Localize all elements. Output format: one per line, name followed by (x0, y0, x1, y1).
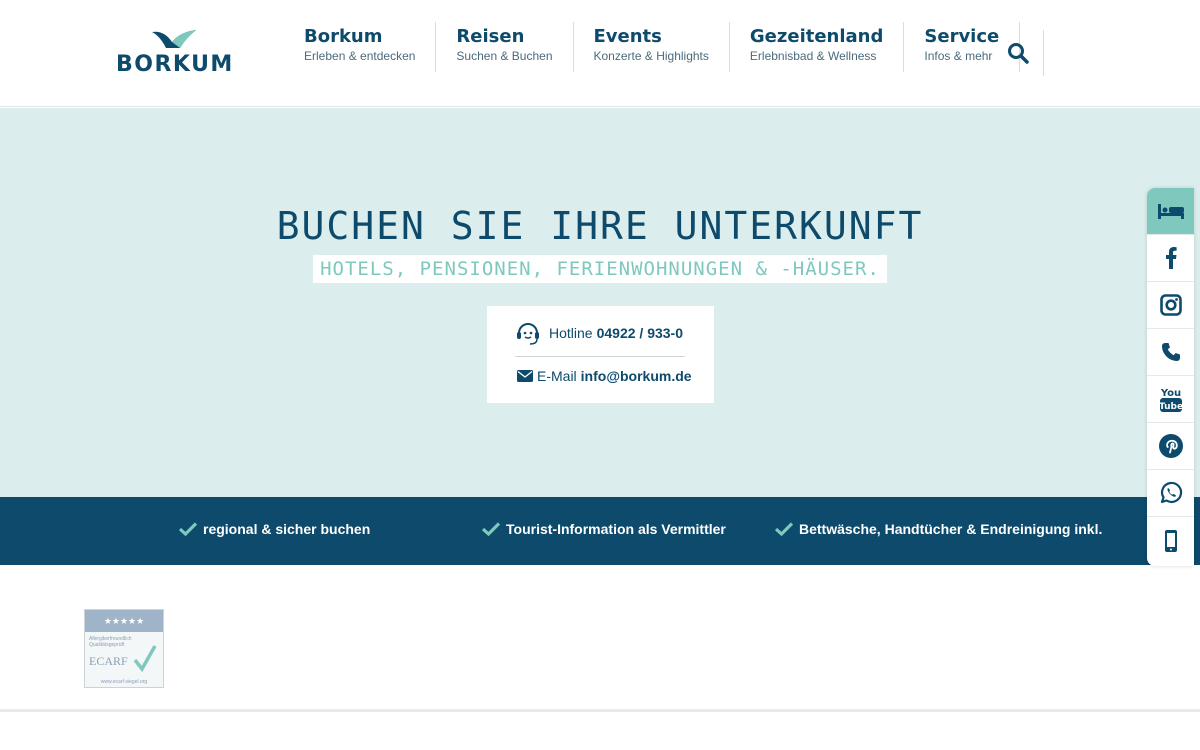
pinterest-icon (1158, 434, 1183, 458)
logo-text: BORKUM (116, 52, 234, 77)
svg-text:You: You (1159, 388, 1180, 399)
nav-item-events[interactable]: Events Konzerte & Highlights (574, 22, 730, 72)
site-header: BORKUM Borkum Erleben & entdecken Reisen… (0, 0, 1200, 107)
hotline-link[interactable]: Hotline 04922 / 933-0 (515, 318, 683, 348)
footer-divider (0, 709, 1200, 712)
hero-subtitle-wrap: HOTELS, PENSIONEN, FERIENWOHNUNGEN & -HÄ… (0, 255, 1200, 283)
contact-box: Hotline 04922 / 933-0 E-Mail info@borkum… (487, 306, 714, 403)
nav-subtitle: Konzerte & Highlights (593, 49, 709, 63)
nav-subtitle: Erleben & entdecken (304, 49, 416, 63)
hero-section: BUCHEN SIE IHRE UNTERKUNFT HOTELS, PENSI… (0, 108, 1200, 497)
check-icon (482, 522, 500, 536)
email-address: info@borkum.de (580, 368, 692, 384)
check-icon (133, 645, 157, 672)
nav-title: Borkum (304, 26, 383, 47)
instagram-icon (1159, 294, 1182, 316)
whatsapp-icon (1160, 481, 1182, 504)
seal-stars: ★★★★★ (85, 610, 163, 632)
nav-title: Service (924, 26, 1000, 47)
sidebar-item-accommodation[interactable] (1147, 188, 1194, 235)
feature-item: Bettwäsche, Handtücher & Endreinigung in… (775, 521, 1102, 537)
search-icon (1007, 43, 1029, 64)
seal-url: www.ecarf-siegel.org (100, 679, 148, 685)
ecarf-seal[interactable]: ★★★★★ Allergikerfreundlich Qualitätsgepr… (84, 609, 164, 688)
email-label: E-Mail (537, 368, 577, 384)
phone-icon (1161, 343, 1180, 361)
nav-item-borkum[interactable]: Borkum Erleben & entdecken (284, 22, 437, 72)
sidebar-item-instagram[interactable] (1147, 282, 1194, 329)
check-icon (179, 522, 197, 536)
borkum-logo[interactable]: BORKUM (116, 28, 232, 78)
nav-subtitle: Suchen & Buchen (456, 49, 553, 63)
hotline-label: Hotline (549, 325, 593, 341)
email-link[interactable]: E-Mail info@borkum.de (517, 368, 692, 384)
contact-divider (515, 356, 685, 357)
features-band: regional & sicher buchen Tourist-Informa… (0, 497, 1200, 565)
hero-subtitle: HOTELS, PENSIONEN, FERIENWOHNUNGEN & -HÄ… (313, 255, 887, 283)
social-sidebar: You Tube (1147, 188, 1194, 566)
search-button[interactable] (992, 30, 1044, 76)
nav-title: Reisen (456, 26, 525, 47)
main-nav: Borkum Erleben & entdecken Reisen Suchen… (284, 22, 1021, 78)
seal-star-row: ★★★★★ (103, 615, 145, 626)
bed-icon (1157, 204, 1184, 219)
sidebar-item-youtube[interactable]: You Tube (1147, 376, 1194, 423)
hotline-number: 04922 / 933-0 (596, 325, 683, 341)
feature-text: Bettwäsche, Handtücher & Endreinigung in… (799, 521, 1103, 537)
nav-item-reisen[interactable]: Reisen Suchen & Buchen (436, 22, 574, 72)
hero-title: BUCHEN SIE IHRE UNTERKUNFT (276, 204, 924, 248)
mobile-icon (1164, 529, 1177, 552)
sidebar-item-pinterest[interactable] (1147, 423, 1194, 470)
facebook-icon (1165, 247, 1177, 269)
nav-subtitle: Erlebnisbad & Wellness (749, 49, 877, 63)
feature-item: Tourist-Information als Vermittler (482, 521, 726, 537)
sidebar-item-whatsapp[interactable] (1147, 470, 1194, 517)
feature-text: regional & sicher buchen (203, 521, 371, 537)
feature-text: Tourist-Information als Vermittler (506, 521, 726, 537)
headset-icon (517, 323, 539, 345)
sidebar-item-facebook[interactable] (1147, 235, 1194, 282)
sidebar-item-mobile[interactable] (1147, 517, 1194, 564)
nav-subtitle: Infos & mehr (924, 49, 993, 63)
nav-title: Gezeitenland (749, 26, 884, 47)
logo-wave-icon (152, 30, 196, 48)
sidebar-item-phone[interactable] (1147, 329, 1194, 376)
envelope-icon (517, 370, 533, 382)
feature-item: regional & sicher buchen (179, 521, 370, 537)
nav-title: Events (593, 26, 662, 47)
check-icon (775, 522, 793, 536)
youtube-icon: You Tube (1159, 388, 1183, 412)
nav-item-gezeitenland[interactable]: Gezeitenland Erlebnisbad & Wellness (730, 22, 905, 72)
svg-text:Tube: Tube (1159, 402, 1183, 412)
